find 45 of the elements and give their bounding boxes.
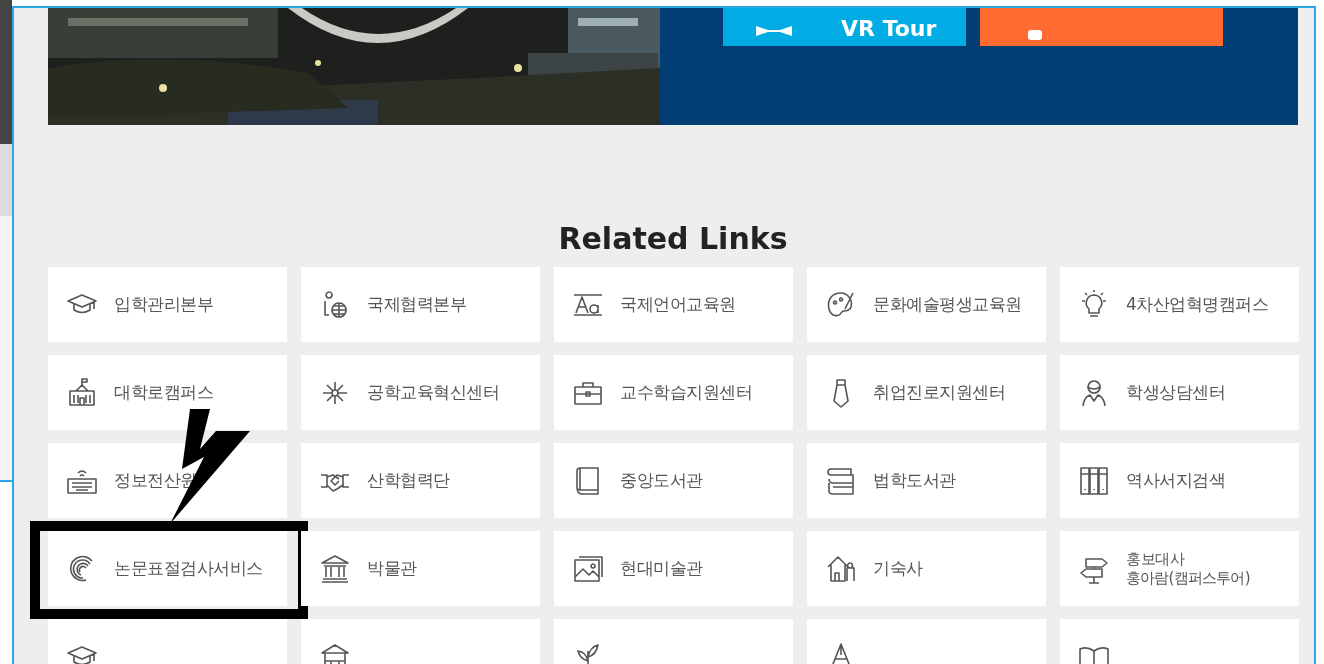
link-label: 문화예술평생교육원 <box>873 293 1022 316</box>
link-label: 공학교육혁신센터 <box>367 381 499 404</box>
link-label: 입학관리본부 <box>114 293 213 316</box>
link-card[interactable]: 중앙도서관 <box>554 443 793 518</box>
museum-icon <box>319 552 351 585</box>
device-icon <box>1028 30 1042 40</box>
link-card[interactable]: 논문표절검사서비스 <box>48 531 287 606</box>
link-card[interactable]: 학생상담센터 <box>1060 355 1299 430</box>
link-label: 기숙사 <box>873 557 923 580</box>
link-card[interactable]: 교수학습지원센터 <box>554 355 793 430</box>
link-label: 국제언어교육원 <box>620 293 736 316</box>
link-label: 법학도서관 <box>873 469 956 492</box>
link-card[interactable]: 문화예술평생교육원 <box>807 267 1046 342</box>
banner-button[interactable] <box>980 8 1223 46</box>
link-label: 중앙도서관 <box>620 469 703 492</box>
section-title: Related Links <box>557 220 789 258</box>
link-card[interactable]: 역사서지검색 <box>1060 443 1299 518</box>
link-card[interactable]: 현대미술관 <box>554 531 793 606</box>
link-card[interactable]: 산학협력단 <box>301 443 540 518</box>
link-label: 대학로캠퍼스 <box>114 381 213 404</box>
link-card[interactable]: 대학로캠퍼스 <box>48 355 287 430</box>
link-label: 홍보대사 <box>1126 549 1186 569</box>
link-label: 역사서지검색 <box>1126 469 1225 492</box>
school-building-icon <box>66 376 98 409</box>
link-label: 박물관 <box>367 557 417 580</box>
link-card[interactable]: 홍보대사 홍아람(캠퍼스투어) <box>1060 531 1299 606</box>
link-card[interactable]: 4차산업혁명캠퍼스 <box>1060 267 1299 342</box>
link-label: 취업진로지원센터 <box>873 381 1005 404</box>
bookshelf-icon <box>1078 464 1110 497</box>
link-label: 논문표절검사서비스 <box>114 557 263 580</box>
link-label: 교수학습지원센터 <box>620 381 752 404</box>
link-sublabel: 홍아람(캠퍼스투어) <box>1126 568 1250 588</box>
link-label: 산학협력단 <box>367 469 450 492</box>
link-card[interactable]: 국제언어교육원 <box>554 267 793 342</box>
link-label: 4차산업혁명캠퍼스 <box>1126 293 1269 316</box>
link-label: 국제협력본부 <box>367 293 466 316</box>
link-card[interactable]: 법학도서관 <box>807 443 1046 518</box>
link-label: 학생상담센터 <box>1126 381 1225 404</box>
link-card[interactable]: 기숙사 <box>807 531 1046 606</box>
link-card[interactable]: 국제협력본부 <box>301 267 540 342</box>
link-label: 현대미술관 <box>620 557 703 580</box>
link-card[interactable]: 공학교육혁신센터 <box>301 355 540 430</box>
link-card[interactable]: 박물관 <box>301 531 540 606</box>
link-card[interactable]: 취업진로지원센터 <box>807 355 1046 430</box>
link-card[interactable]: 입학관리본부 <box>48 267 287 342</box>
